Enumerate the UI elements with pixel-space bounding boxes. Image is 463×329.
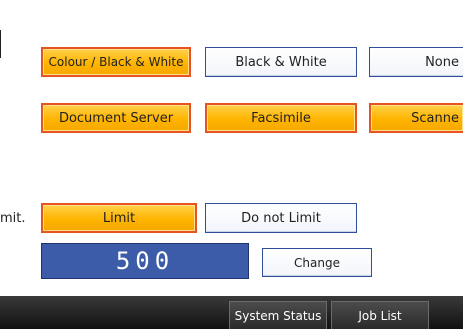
job-list-button[interactable]: Job List <box>331 301 429 329</box>
change-button[interactable]: Change <box>262 248 372 277</box>
limit-button[interactable]: Limit <box>41 203 197 233</box>
limit-row-label: mit. <box>0 211 26 226</box>
none-button[interactable]: None <box>369 47 463 77</box>
black-white-button[interactable]: Black & White <box>205 47 357 77</box>
document-server-button[interactable]: Document Server <box>41 103 191 133</box>
facsimile-button[interactable]: Facsimile <box>205 103 357 133</box>
divider-line <box>0 30 1 58</box>
do-not-limit-button[interactable]: Do not Limit <box>205 203 357 233</box>
colour-black-white-button[interactable]: Colour / Black & White <box>41 47 191 77</box>
scanner-button[interactable]: Scanne <box>369 103 463 133</box>
system-status-button[interactable]: System Status <box>229 301 327 329</box>
counter-display: 500 <box>41 243 249 279</box>
